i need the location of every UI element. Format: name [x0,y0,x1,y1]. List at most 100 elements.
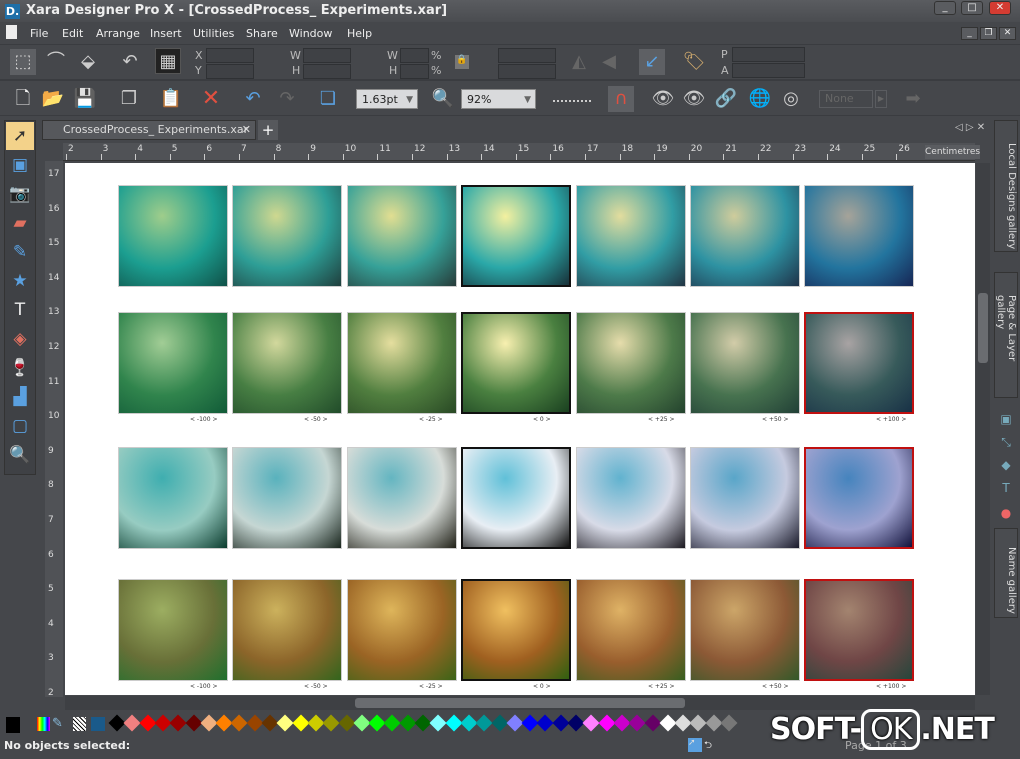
thumbnail-mountain[interactable] [347,447,457,549]
menu-file[interactable]: File [30,27,48,40]
save-icon[interactable]: 💾 [72,86,98,112]
broadcast-icon[interactable]: ◎ [778,86,804,112]
name-play-button[interactable]: ▶ [875,90,887,108]
y-field[interactable] [206,64,254,79]
menu-window[interactable]: Window [289,27,332,40]
mdi-restore-button[interactable]: ❐ [980,27,997,40]
thumbnail-woman-with-cup[interactable] [461,185,571,287]
zoom-tool-icon[interactable]: 🔍 [430,86,456,112]
rotation-field[interactable] [498,48,556,63]
thumbnail-woman-with-cup[interactable] [804,185,914,287]
palette-swatch[interactable] [322,714,340,732]
undo-status-icon[interactable]: ⮌ [704,738,718,752]
palette-swatch[interactable] [689,714,707,732]
palette-swatch[interactable] [475,714,493,732]
selector-handles-icon[interactable]: ⬚ [10,49,36,75]
thumbnail-sunset-clouds[interactable] [804,579,914,681]
skew-field[interactable] [498,64,556,79]
tab-scroll-icons[interactable]: ◁ ▷ ✕ [955,122,985,133]
color-gallery-icon[interactable]: ● [997,506,1015,524]
eraser-tool-icon[interactable]: ▰ [6,209,34,237]
thumbnail-woman-with-cup[interactable] [347,185,457,287]
pen-tool-icon[interactable]: ✎ [6,238,34,266]
close-button[interactable]: ✕ [989,1,1011,15]
palette-swatch[interactable] [582,714,600,732]
palette-swatch[interactable] [338,714,355,732]
palette-swatch[interactable] [185,714,202,732]
zoom-dropdown[interactable]: 92% ▼ [461,89,536,109]
p-field[interactable] [732,47,805,62]
open-folder-icon[interactable]: 📂 [40,86,66,112]
palette-swatch[interactable] [644,714,661,732]
tab-document[interactable]: CrossedProcess_ Experiments.xar ✕ [42,120,256,140]
flip-vertical-icon[interactable]: ◀ [596,49,622,75]
transform-origin-icon[interactable]: ↶ [117,49,143,75]
menu-insert[interactable]: Insert [150,27,182,40]
new-document-icon[interactable]: 🗋 [10,86,36,112]
fill-gallery-icon[interactable]: ◆ [997,458,1015,476]
undo-icon[interactable]: ↶ [240,86,266,112]
thumbnail-sunset-clouds[interactable] [576,579,686,681]
mdi-close-button[interactable]: ✕ [999,27,1016,40]
name-tag-icon[interactable]: 🏷 [681,49,707,75]
thumbnail-forest-sunset[interactable] [461,312,571,414]
a-field[interactable] [732,63,805,78]
menu-help[interactable]: Help [347,27,372,40]
redo-icon[interactable]: ↷ [274,86,300,112]
thumbnail-mountain[interactable] [232,447,342,549]
maximize-button[interactable]: □ [961,1,983,15]
vertical-scroll-thumb[interactable] [978,293,988,363]
arrange-icon[interactable]: ❏ [315,86,341,112]
thumbnail-mountain[interactable] [804,447,914,549]
palette-swatch[interactable] [230,714,248,732]
rotate-handles-icon[interactable]: ⌒ [43,49,69,75]
palette-swatch[interactable] [123,714,141,732]
preview-pages-icon[interactable]: 👁 [681,86,707,112]
thumbnail-sunset-clouds[interactable] [461,579,571,681]
new-tab-button[interactable]: + [258,120,278,140]
x-field[interactable] [206,48,254,63]
color-picker-icon[interactable] [37,717,50,731]
height-field[interactable] [303,64,351,79]
tab-close-icon[interactable]: ✕ [242,121,251,139]
flip-horizontal-icon[interactable]: ◭ [566,49,592,75]
no-color-swatch[interactable] [73,717,86,731]
thumbnail-forest-sunset[interactable] [118,312,228,414]
fill-handles-icon[interactable]: ⬙ [75,49,101,75]
scale-h-field[interactable] [400,64,429,79]
web-publish-icon[interactable]: 🌐 [747,86,773,112]
apply-arrow-icon[interactable]: ➡ [900,86,926,112]
scale-w-field[interactable] [400,48,429,63]
thumbnail-mountain[interactable] [576,447,686,549]
thumbnail-mountain[interactable] [690,447,800,549]
paste-icon[interactable]: 📋 [158,86,184,112]
thumbnail-sunset-clouds[interactable] [118,579,228,681]
palette-swatch[interactable] [491,714,508,732]
minimize-button[interactable]: _ [934,1,956,15]
palette-swatch[interactable] [628,714,646,732]
select-mode-icon[interactable]: ➚ [688,738,702,752]
current-color-swatch[interactable] [6,717,20,733]
link-icon[interactable]: 🔗 [713,86,739,112]
palette-swatch[interactable] [276,714,294,732]
menu-share[interactable]: Share [246,27,278,40]
zoom-tool-icon[interactable]: 🔍 [6,441,34,469]
lock-aspect-icon[interactable]: 🔒 [455,55,469,69]
thumbnail-mountain[interactable] [118,447,228,549]
palette-swatch[interactable] [720,714,738,732]
palette-swatch[interactable] [383,714,401,732]
thumbnail-mountain[interactable] [461,447,571,549]
snap-magnet-icon[interactable]: ∩ [608,86,634,112]
bitmap-gallery-icon[interactable]: ▣ [997,412,1015,430]
width-field[interactable] [303,48,351,63]
local-designs-gallery-tab[interactable]: Local Designs gallery [994,120,1018,252]
vertical-ruler[interactable]: 17 16 15 14 13 12 11 10 9 8 7 6 5 4 3 2 [45,161,63,697]
name-gallery-tab[interactable]: Name gallery [994,528,1018,618]
font-gallery-icon[interactable]: T [997,481,1015,499]
thumbnail-forest-sunset[interactable] [232,312,342,414]
thumbnail-forest-sunset[interactable] [804,312,914,414]
thumbnail-forest-sunset[interactable] [690,312,800,414]
thumbnail-sunset-clouds[interactable] [690,579,800,681]
palette-swatch[interactable] [169,714,187,732]
horizontal-scroll-thumb[interactable] [355,698,685,708]
